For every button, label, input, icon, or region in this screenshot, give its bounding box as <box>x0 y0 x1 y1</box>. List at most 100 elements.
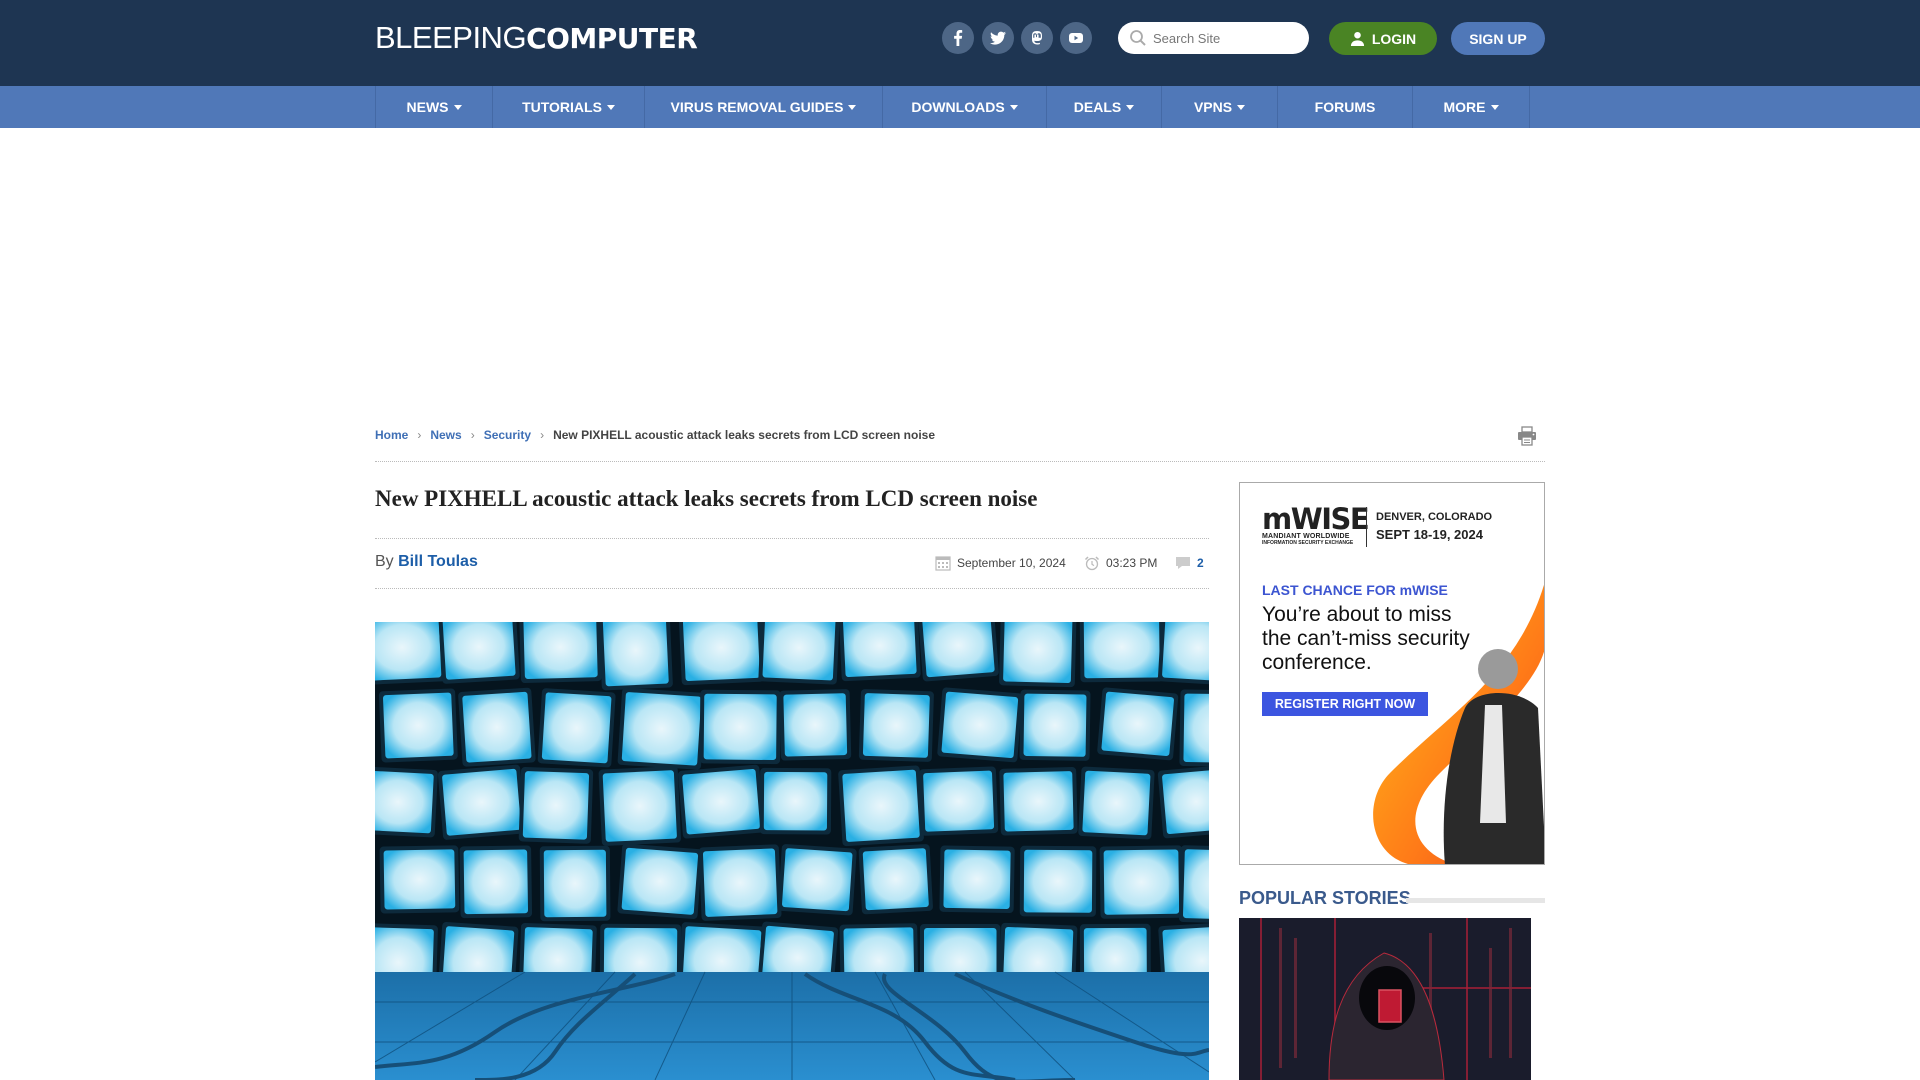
caret-down-icon <box>606 104 615 110</box>
youtube-button[interactable] <box>1060 22 1092 54</box>
sidebar-ad[interactable]: mWISE MANDIANT WORLDWIDE INFORMATION SEC… <box>1239 482 1545 865</box>
popular-story-image[interactable] <box>1239 918 1531 1080</box>
mastodon-button[interactable] <box>1021 22 1053 54</box>
ad-brand: mWISE <box>1262 502 1370 536</box>
tv-screen <box>522 771 590 840</box>
ad-kicker: LAST CHANCE FOR mWISE <box>1262 582 1448 598</box>
author-link[interactable]: Bill Toulas <box>398 553 478 570</box>
breadcrumb-security[interactable]: Security <box>484 428 531 442</box>
breadcrumb-current: New PIXHELL acoustic attack leaks secret… <box>553 428 935 442</box>
tv-screen <box>862 848 929 911</box>
nav-item-downloads[interactable]: DOWNLOADS <box>883 86 1047 128</box>
caret-down-icon <box>1009 104 1018 110</box>
tv-screen <box>602 770 677 842</box>
caret-down-icon <box>848 104 857 110</box>
tv-screen <box>1023 693 1087 757</box>
tv-screen <box>923 770 995 832</box>
nav-item-virus-removal-guides[interactable]: VIRUS REMOVAL GUIDES <box>645 86 883 128</box>
user-icon <box>1350 31 1364 46</box>
tv-screen <box>1101 691 1174 756</box>
tv-screen <box>842 622 917 677</box>
ad-headline: You’re about to miss the can’t-miss secu… <box>1262 603 1470 674</box>
tv-screen <box>621 692 702 766</box>
tv-screen <box>1162 769 1209 835</box>
tv-screen <box>1003 622 1073 684</box>
tv-screen <box>375 622 442 681</box>
caret-down-icon <box>1126 104 1135 110</box>
ad-brand-sub2: INFORMATION SECURITY EXCHANGE <box>1262 540 1354 546</box>
caret-down-icon <box>1490 104 1499 110</box>
tv-screen <box>621 847 699 915</box>
divider <box>1366 507 1367 547</box>
tv-screen <box>463 849 529 915</box>
signup-button[interactable]: SIGN UP <box>1451 22 1545 55</box>
twitter-button[interactable] <box>982 22 1014 54</box>
nav-label: DEALS <box>1073 99 1122 115</box>
search-input[interactable] <box>1153 30 1303 46</box>
login-button[interactable]: LOGIN <box>1329 22 1437 55</box>
tv-screen <box>383 849 456 910</box>
tv-screen <box>442 622 516 680</box>
tv-screen <box>543 849 607 918</box>
breadcrumb-home[interactable]: Home <box>375 428 408 442</box>
twitter-icon <box>990 31 1006 45</box>
ad-dates: SEPT 18-19, 2024 <box>1376 527 1483 542</box>
nav-item-more[interactable]: MORE <box>1413 86 1530 128</box>
divider <box>375 461 1545 462</box>
tv-screen <box>1082 770 1151 836</box>
facebook-button[interactable] <box>942 22 974 54</box>
nav-item-news[interactable]: NEWS <box>376 86 493 128</box>
site-header: BLEEPINGCOMPUTER LOGIN SIGN UP <box>0 0 1920 86</box>
tv-screen <box>682 622 760 682</box>
breadcrumb: Home › News › Security › New PIXHELL aco… <box>375 428 935 442</box>
breadcrumb-news[interactable]: News <box>430 428 461 442</box>
tv-screen <box>862 693 930 758</box>
tv-screen <box>1083 622 1160 679</box>
chevron-right-icon: › <box>470 428 475 442</box>
nav-label: VIRUS REMOVAL GUIDES <box>670 99 844 115</box>
logo-text-light: BLEEPING <box>375 20 527 55</box>
nav-item-vpns[interactable]: VPNS <box>1162 86 1278 128</box>
publish-date: September 10, 2024 <box>935 555 1066 571</box>
site-logo[interactable]: BLEEPINGCOMPUTER <box>375 20 698 56</box>
chevron-right-icon: › <box>540 428 545 442</box>
tv-wall-illustration <box>375 622 1209 1080</box>
tv-screen <box>703 693 777 761</box>
tv-screen <box>922 622 995 678</box>
nav-label: VPNS <box>1193 99 1233 115</box>
tv-screen <box>941 691 1019 759</box>
tv-screen <box>842 769 920 842</box>
youtube-icon <box>1069 33 1083 43</box>
chevron-right-icon: › <box>417 428 422 442</box>
tv-screen <box>541 692 612 764</box>
nav-label: DOWNLOADS <box>911 99 1005 115</box>
tv-screen <box>682 769 761 835</box>
tv-screen <box>1162 622 1209 682</box>
nav-label: NEWS <box>406 99 449 115</box>
print-icon[interactable] <box>1516 425 1538 447</box>
tv-screen <box>763 771 828 831</box>
tv-screen <box>943 849 1011 909</box>
tv-screen <box>462 691 532 763</box>
tv-screen <box>442 768 522 836</box>
mastodon-icon <box>1032 31 1042 45</box>
tv-screen <box>383 692 454 759</box>
tv-screen <box>602 622 669 687</box>
nav-item-tutorials[interactable]: TUTORIALS <box>493 86 645 128</box>
nav-label: FORUMS <box>1314 99 1376 115</box>
tv-screen <box>523 622 598 679</box>
facebook-icon <box>954 30 963 46</box>
comments-link[interactable]: 2 <box>1175 555 1204 571</box>
tv-screen <box>1003 771 1074 832</box>
nav-item-forums[interactable]: FORUMS <box>1278 86 1413 128</box>
nav-label: TUTORIALS <box>522 99 602 115</box>
caret-down-icon <box>453 104 462 110</box>
comment-icon <box>1176 557 1190 569</box>
calendar-icon <box>935 556 951 571</box>
nav-item-deals[interactable]: DEALS <box>1047 86 1162 128</box>
signup-label: SIGN UP <box>1469 30 1527 47</box>
tv-screen <box>1183 849 1209 920</box>
ad-register-button[interactable]: REGISTER RIGHT NOW <box>1262 692 1428 716</box>
hooded-hacker-illustration <box>1239 918 1531 1080</box>
tv-screen <box>783 693 848 757</box>
